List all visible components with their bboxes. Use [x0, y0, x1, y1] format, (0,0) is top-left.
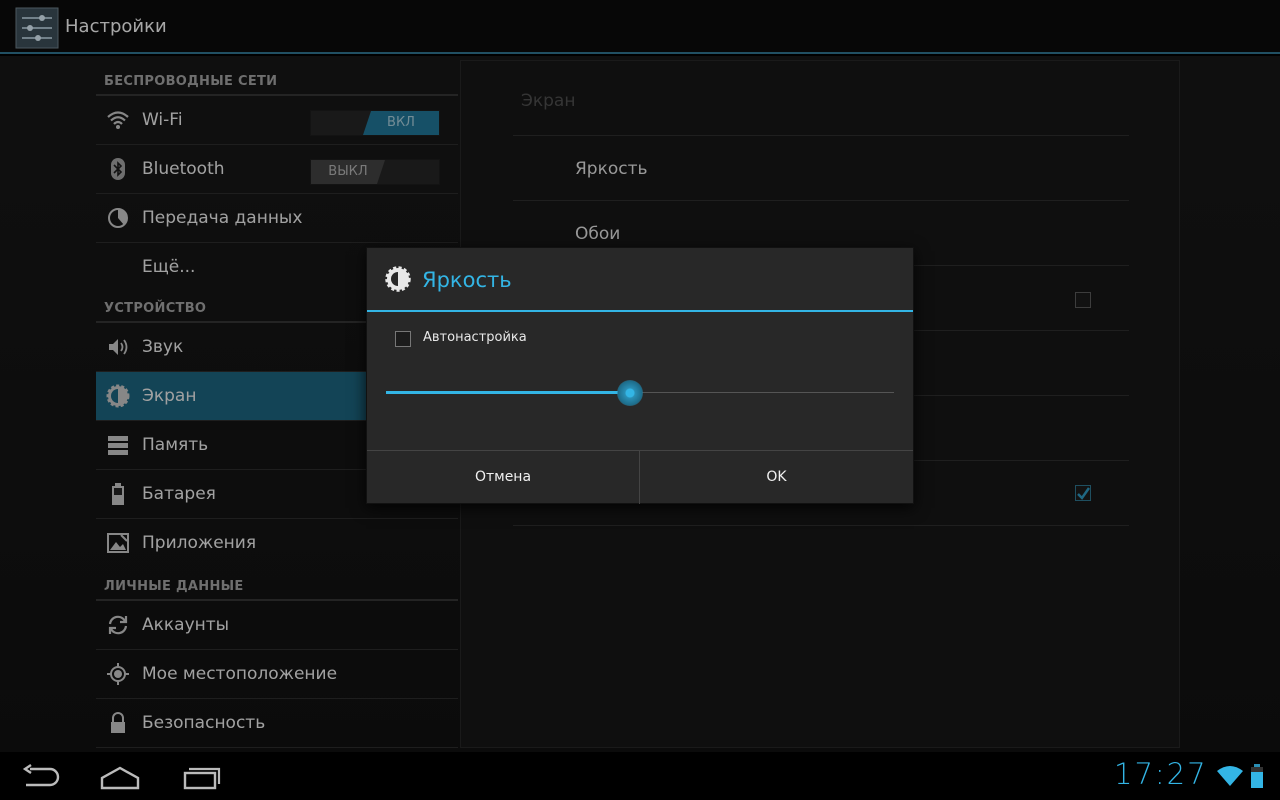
dialog-button-bar: Отмена OK [367, 450, 913, 504]
cancel-button[interactable]: Отмена [367, 451, 640, 504]
brightness-dialog: Яркость Автонастройка Отмена OK [366, 247, 914, 504]
dialog-title: Яркость [422, 268, 512, 292]
home-icon[interactable] [98, 764, 142, 790]
ok-button[interactable]: OK [640, 451, 913, 504]
slider-fill [386, 391, 630, 394]
dialog-header: Яркость [367, 248, 913, 312]
brightness-icon [385, 266, 411, 292]
recent-apps-icon[interactable] [180, 764, 224, 790]
brightness-slider[interactable] [386, 378, 894, 408]
status-clock[interactable]: 17:27 [1114, 757, 1208, 791]
wifi-signal-icon[interactable] [1217, 765, 1243, 787]
auto-brightness-label[interactable]: Автонастройка [423, 330, 527, 345]
slider-thumb[interactable] [616, 380, 643, 406]
battery-status-icon[interactable] [1251, 764, 1263, 788]
auto-brightness-checkbox[interactable] [395, 331, 411, 347]
back-icon[interactable] [20, 764, 64, 790]
system-bar: 17:27 [0, 752, 1280, 800]
